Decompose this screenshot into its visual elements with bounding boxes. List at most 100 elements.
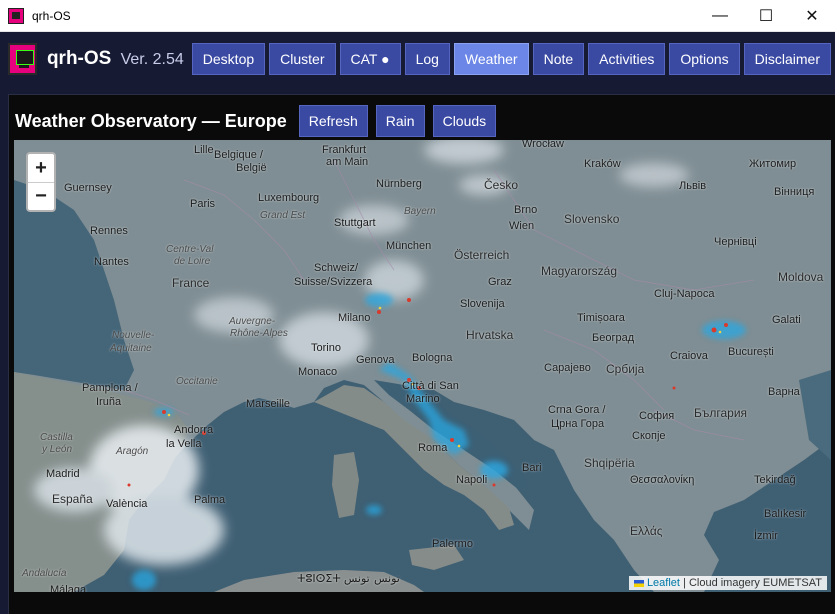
app-name: qrh-OS: [46, 48, 112, 69]
map-label: Grand Est: [260, 210, 306, 221]
map-label: Cluj-Napoca: [654, 288, 715, 300]
map-label: Genova: [356, 354, 395, 366]
map-label: Житомир: [749, 158, 797, 170]
map-label: Frankfurt: [322, 144, 367, 156]
map-label: Magyarország: [541, 264, 618, 278]
map-label: Θεσσαλονίκη: [630, 474, 695, 486]
map-label: Marino: [406, 393, 440, 405]
close-button[interactable]: ✕: [789, 0, 835, 32]
map-label: Palermo: [432, 538, 473, 550]
map-label: Suisse/Svizzera: [294, 276, 373, 288]
nav-note-button[interactable]: Note: [532, 43, 585, 75]
map-label: Brno: [514, 204, 538, 216]
maximize-button[interactable]: ☐: [743, 0, 789, 32]
map-label: Bayern: [404, 206, 436, 217]
map-label: Roma: [418, 442, 448, 454]
map-label: Сарајево: [544, 362, 591, 374]
nav-desktop-button[interactable]: Desktop: [191, 43, 266, 75]
map-label: تونس: [374, 573, 400, 585]
map-label: Nürnberg: [376, 178, 422, 190]
clouds-button[interactable]: Clouds: [432, 105, 497, 137]
window-controls: — ☐ ✕: [697, 0, 835, 32]
map-label: Wrocław: [522, 140, 564, 150]
nav-disclaimer-button[interactable]: Disclaimer: [743, 43, 831, 75]
nav-cat-button[interactable]: CAT ●: [339, 43, 401, 75]
main-nav: Desktop Cluster CAT ● Log Weather Note A…: [191, 43, 835, 75]
map-label: Paris: [190, 198, 216, 210]
map-label: Auvergne-: [229, 316, 276, 327]
nav-options-button[interactable]: Options: [669, 43, 740, 75]
map-label: Pamplona /: [82, 382, 138, 394]
map-label: ⵜⵓⵏⵙⵉⵜ تونس: [297, 573, 370, 585]
minimize-button[interactable]: —: [697, 0, 743, 32]
map-label: Marseille: [246, 398, 291, 410]
map-label: İzmir: [754, 530, 778, 542]
map-label: Aragón: [116, 446, 149, 457]
map-label: Львів: [679, 180, 707, 192]
map-label: València: [106, 498, 148, 510]
map-label: Galati: [772, 314, 801, 326]
map-label: Вінниця: [774, 186, 815, 198]
map-label: Скопје: [632, 430, 666, 442]
map-label: Hrvatska: [466, 328, 514, 342]
nav-cluster-button[interactable]: Cluster: [269, 43, 336, 75]
map-label: y León: [42, 444, 73, 455]
refresh-button[interactable]: Refresh: [298, 105, 368, 137]
map-label: Nouvelle-: [112, 330, 155, 341]
map-label: Craiova: [670, 350, 708, 362]
map-label: Centre-Val: [166, 244, 214, 255]
app-version: Ver. 2.54: [120, 51, 184, 68]
map-label: Moldova: [778, 270, 824, 284]
map-label: Palma: [194, 494, 226, 506]
app-header: qrh-OS Ver. 2.54 Desktop Cluster CAT ● L…: [0, 32, 835, 86]
map-label: Crna Gora /: [548, 404, 606, 416]
zoom-in-button[interactable]: +: [28, 154, 54, 182]
leaflet-link[interactable]: Leaflet: [647, 577, 680, 589]
map-label: București: [728, 346, 774, 358]
map-label: Варна: [768, 386, 800, 398]
map-label: la Vella: [166, 438, 202, 450]
map-label: Kraków: [584, 158, 621, 170]
map-label: Österreich: [454, 248, 510, 262]
map-label: Torino: [311, 342, 341, 354]
ukraine-flag-icon: [633, 579, 644, 587]
map-label: Luxembourg: [258, 192, 320, 204]
zoom-out-button[interactable]: −: [28, 182, 54, 210]
map-label: България: [694, 406, 748, 420]
rain-button[interactable]: Rain: [375, 105, 425, 137]
map-label: Andorra: [174, 424, 214, 436]
map-label: Málaga: [50, 584, 87, 592]
map-label: Balıkesir: [764, 508, 807, 520]
map-label: Wien: [509, 220, 535, 232]
nav-log-button[interactable]: Log: [404, 43, 450, 75]
weather-map[interactable]: Lille Belgique / België Frankfurt am Mai…: [14, 140, 831, 592]
map-label: Monaco: [298, 366, 338, 378]
qrh-os-logo-icon: [8, 43, 37, 75]
map-label: Rennes: [90, 225, 128, 237]
map-label: Србија: [606, 362, 645, 376]
map-label: am Main: [326, 156, 369, 168]
map-label: Milano: [338, 312, 371, 324]
map-label: Bari: [522, 462, 542, 474]
window-titlebar: qrh-OS — ☐ ✕: [0, 0, 835, 32]
map-label: Nantes: [94, 256, 129, 268]
map-label: Napoli: [456, 474, 488, 486]
map-label: Madrid: [46, 468, 80, 480]
map-label: Aquitaine: [110, 343, 152, 354]
panel-title: Weather Observatory — Europe: [15, 110, 287, 131]
map-label: Rhône-Alpes: [230, 328, 288, 339]
map-label: Slovenija: [460, 298, 505, 310]
map-label: Београд: [592, 332, 635, 344]
map-label: Ελλάς: [630, 524, 663, 538]
map-label: Andalucía: [22, 568, 67, 579]
map-label: Česko: [484, 178, 519, 192]
map-label: Graz: [488, 276, 512, 288]
map-label: España: [52, 492, 93, 506]
map-label: Tekirdağ: [754, 474, 796, 486]
map-label: Stuttgart: [334, 217, 376, 229]
map-label: Belgique /: [214, 149, 263, 161]
window-title: qrh-OS: [32, 8, 71, 23]
nav-activities-button[interactable]: Activities: [588, 43, 666, 75]
nav-weather-button[interactable]: Weather: [453, 43, 529, 75]
map-label: Occitanie: [176, 376, 218, 387]
